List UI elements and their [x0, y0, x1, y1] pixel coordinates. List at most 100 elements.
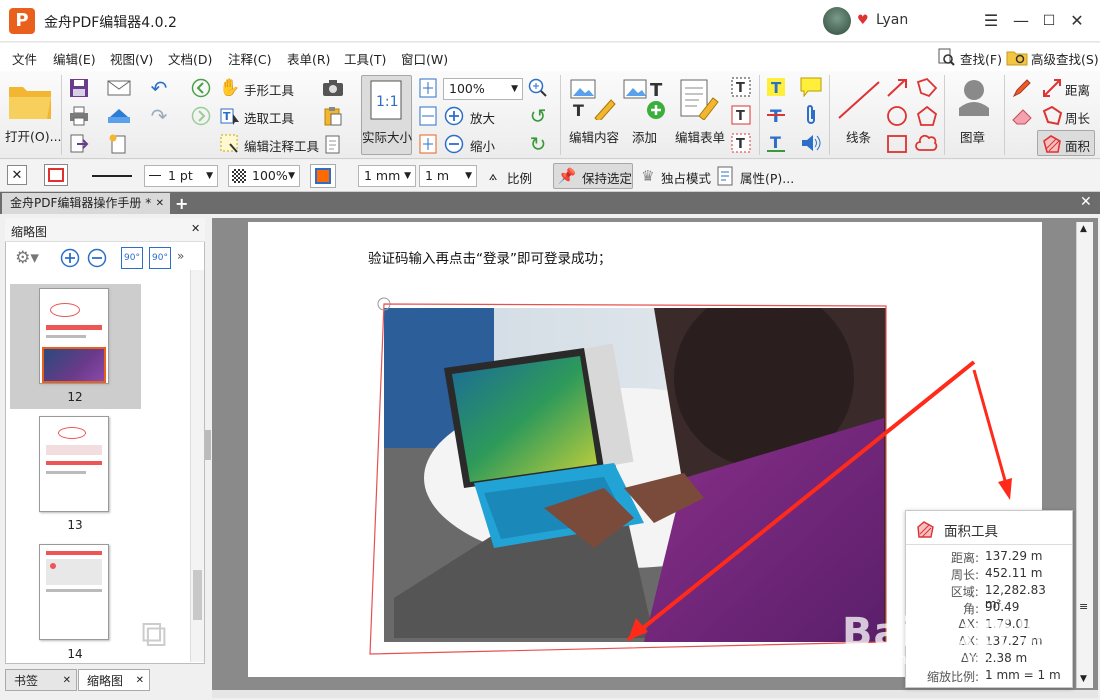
edit-content-button[interactable]: 编辑内容: [569, 127, 619, 146]
menu-annotation[interactable]: 注释(C): [228, 49, 271, 68]
close-button[interactable]: ✕: [1064, 9, 1090, 33]
perimeter-button[interactable]: 周长: [1065, 108, 1090, 127]
no-fill-icon[interactable]: ✕: [7, 165, 27, 185]
rotate-right-icon[interactable]: ↻: [527, 132, 549, 156]
menu-icon[interactable]: ☰: [978, 9, 1004, 33]
line-style-icon[interactable]: [92, 175, 132, 177]
thumb-zoom-out-icon[interactable]: [87, 248, 107, 268]
scale-from-select[interactable]: 1 mm ▼: [358, 165, 416, 187]
settings-gear-icon[interactable]: ⚙▾: [10, 246, 44, 270]
open-button[interactable]: 打开(O)...: [5, 126, 62, 145]
line-width-select[interactable]: 1 pt ▼: [144, 165, 218, 187]
lines-button[interactable]: 线条: [846, 127, 871, 146]
strikeout-text-icon[interactable]: T: [765, 104, 787, 126]
redo-icon[interactable]: ↷: [148, 104, 170, 128]
close-panel-icon[interactable]: ✕: [191, 222, 200, 235]
undo-icon[interactable]: ↶: [148, 76, 170, 100]
snapshot-camera-icon[interactable]: [321, 77, 345, 99]
zoom-select[interactable]: 100% ▼: [443, 78, 523, 100]
thumb-zoom-in-icon[interactable]: [60, 248, 80, 268]
note-comment-icon[interactable]: [799, 76, 823, 98]
edit-annotation-tool-button[interactable]: 编辑注释工具: [244, 136, 319, 155]
rectangle-tool-icon[interactable]: [884, 132, 910, 156]
menu-document[interactable]: 文档(D): [168, 49, 212, 68]
horizontal-scrollbar[interactable]: [212, 690, 1098, 698]
properties-button[interactable]: 属性(P)...: [740, 168, 794, 187]
close-all-tabs-icon[interactable]: ✕: [1080, 194, 1092, 210]
exclusive-mode-button[interactable]: 独占模式: [661, 168, 711, 187]
open-folder-icon[interactable]: [6, 79, 54, 123]
fit-visible-icon[interactable]: [417, 133, 439, 155]
scale-button[interactable]: 比例: [507, 168, 532, 187]
clipboard-icon[interactable]: [321, 105, 345, 127]
stamp-button[interactable]: 图章: [960, 127, 985, 146]
fill-color-button[interactable]: [310, 164, 336, 188]
back-icon[interactable]: [190, 77, 212, 99]
opacity-select[interactable]: 100% ▼: [228, 165, 300, 187]
save-icon[interactable]: [68, 77, 90, 99]
arrow-tool-icon[interactable]: [884, 76, 910, 100]
tab-document[interactable]: 金舟PDF编辑器操作手册 * ✕: [2, 193, 170, 214]
paperclip-icon[interactable]: [799, 104, 823, 126]
menu-tools[interactable]: 工具(T): [344, 49, 386, 68]
tab-bookmarks[interactable]: 书签 ✕: [5, 669, 77, 691]
menu-form[interactable]: 表单(R): [287, 49, 330, 68]
scroll-up-icon[interactable]: ▲: [1080, 224, 1087, 234]
sound-icon[interactable]: [799, 132, 823, 154]
polyline-tool-icon[interactable]: [914, 76, 940, 100]
thumbnail-scrollbar[interactable]: [190, 270, 204, 662]
username[interactable]: Lyan: [876, 12, 908, 28]
rotate-ccw-90-icon[interactable]: 90°: [121, 247, 143, 269]
menu-file[interactable]: 文件: [12, 49, 37, 68]
find-button[interactable]: 查找(F): [960, 49, 1002, 68]
new-tab-icon[interactable]: +: [175, 194, 188, 213]
text-box-icon[interactable]: T: [729, 75, 753, 99]
copy-pages-icon[interactable]: ⧉: [131, 612, 177, 658]
ellipse-tool-icon[interactable]: [884, 104, 910, 128]
scale-to-select[interactable]: 1 m ▼: [419, 165, 477, 187]
select-tool-button[interactable]: 选取工具: [244, 108, 294, 127]
eraser-icon[interactable]: [1010, 105, 1034, 127]
maximize-button[interactable]: ☐: [1036, 9, 1062, 33]
scroll-down-icon[interactable]: ▼: [1080, 674, 1087, 684]
fit-width-icon[interactable]: [417, 105, 439, 127]
export-icon[interactable]: [68, 133, 90, 155]
menu-window[interactable]: 窗口(W): [401, 49, 448, 68]
scroll-thumb[interactable]: ≡: [1079, 600, 1088, 613]
tab-thumbnails[interactable]: 缩略图 ✕: [78, 669, 150, 691]
zoom-out-button[interactable]: 缩小: [470, 136, 495, 155]
zoom-tool-icon[interactable]: [527, 77, 549, 99]
distance-button[interactable]: 距离: [1065, 80, 1090, 99]
scan-icon[interactable]: [106, 105, 132, 127]
close-icon[interactable]: ✕: [136, 670, 144, 692]
document-scrollbar[interactable]: ▲ ≡ ▼: [1076, 222, 1093, 688]
print-icon[interactable]: [68, 105, 90, 127]
page-thumbnail-12[interactable]: [39, 288, 109, 384]
rotate-cw-90-icon[interactable]: 90°: [149, 247, 171, 269]
polygon-tool-icon[interactable]: [914, 104, 940, 128]
close-icon[interactable]: ✕: [63, 670, 71, 692]
menu-edit[interactable]: 编辑(E): [53, 49, 96, 68]
panel-splitter[interactable]: [205, 430, 211, 460]
pencil-icon[interactable]: [1010, 77, 1034, 99]
forward-icon[interactable]: [190, 105, 212, 127]
page-thumbnail-13[interactable]: [39, 416, 109, 512]
highlight-text-icon[interactable]: T: [765, 76, 787, 98]
new-document-icon[interactable]: [106, 133, 132, 155]
close-tab-icon[interactable]: ✕: [156, 193, 164, 214]
minimize-button[interactable]: —: [1008, 9, 1034, 33]
attach-file-icon[interactable]: [321, 133, 345, 155]
cloud-tool-icon[interactable]: [914, 132, 940, 156]
hand-tool-button[interactable]: 手形工具: [244, 80, 294, 99]
page-thumbnail-14[interactable]: [39, 544, 109, 640]
underline-text-icon[interactable]: T: [765, 132, 787, 154]
callout-icon[interactable]: T: [729, 131, 753, 155]
advanced-find-button[interactable]: 高级查找(S): [1031, 49, 1099, 68]
add-button[interactable]: 添加: [632, 127, 657, 146]
edit-form-button[interactable]: 编辑表单: [675, 127, 725, 146]
fit-page-icon[interactable]: [417, 77, 439, 99]
user-avatar[interactable]: [823, 7, 851, 35]
typewriter-icon[interactable]: T: [729, 103, 753, 127]
menu-view[interactable]: 视图(V): [110, 49, 153, 68]
more-options-icon[interactable]: »: [177, 249, 184, 263]
